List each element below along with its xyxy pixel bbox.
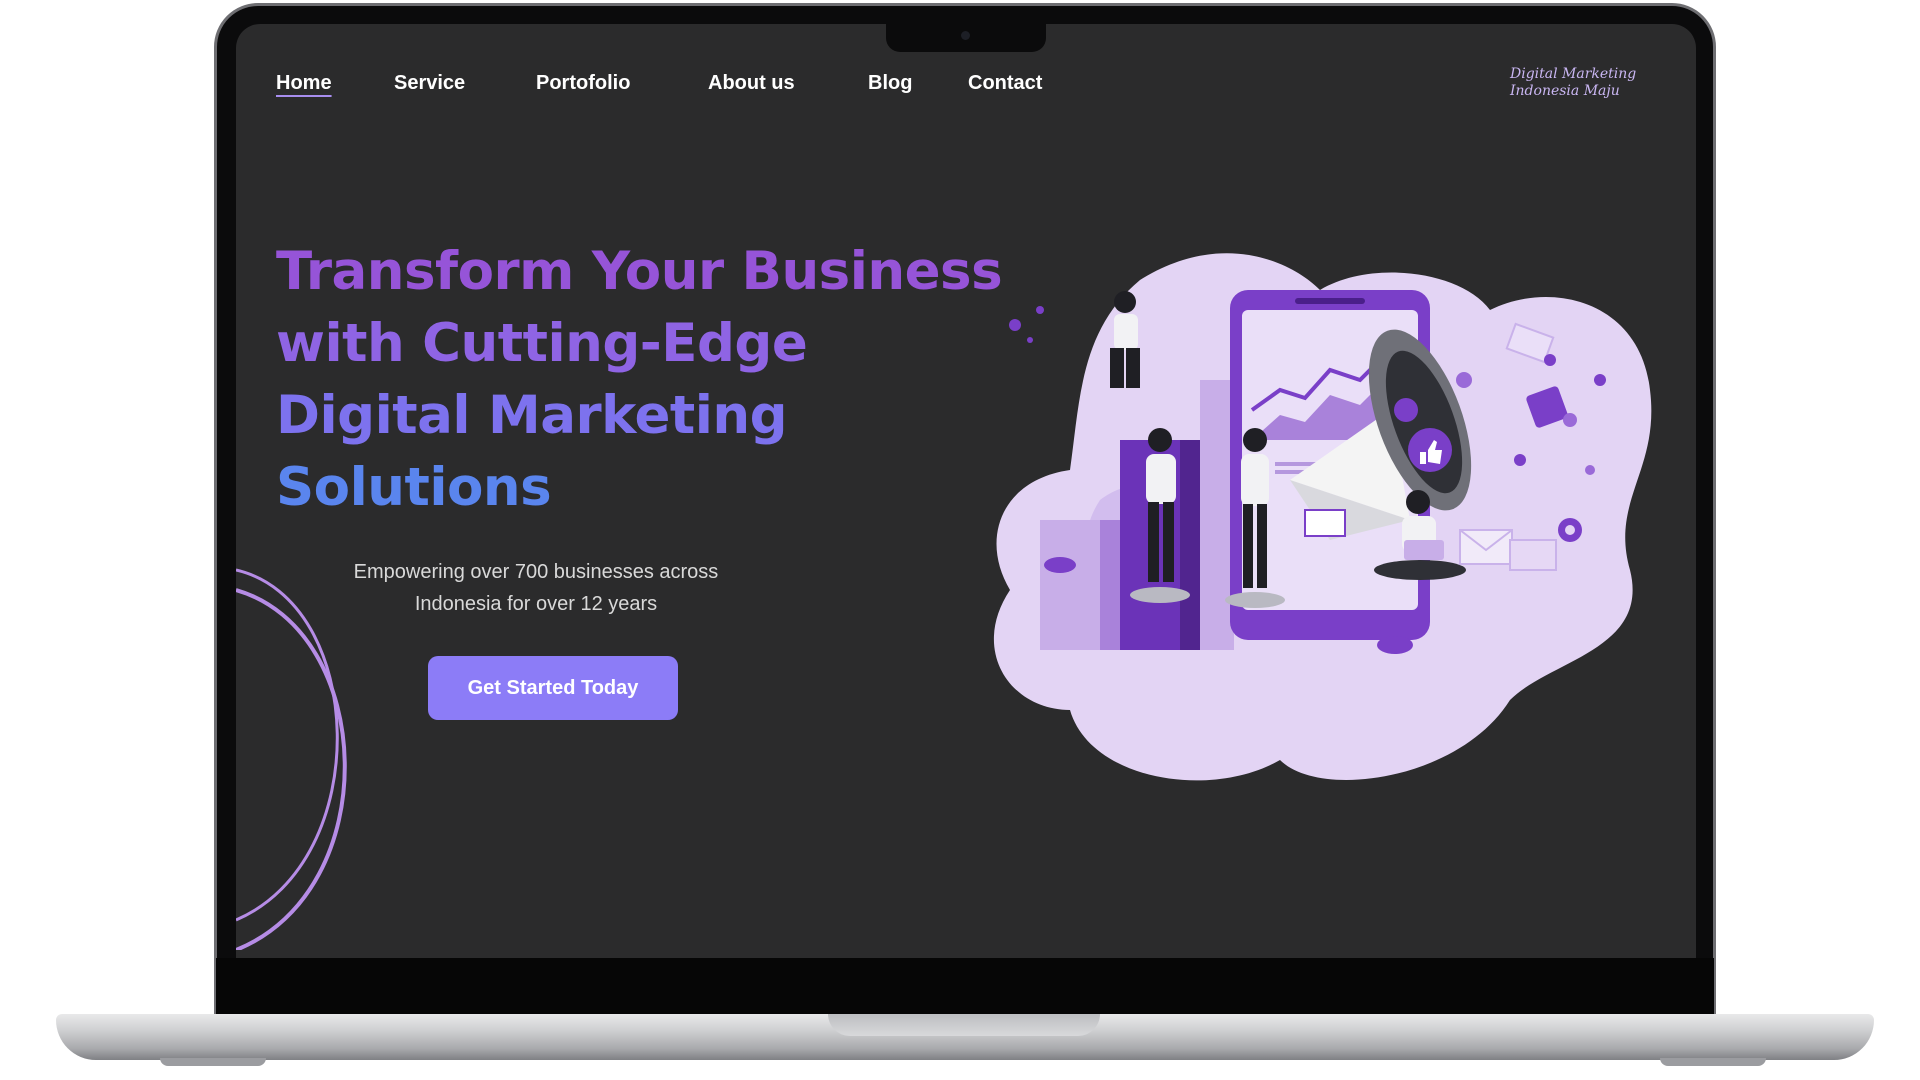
camera-dot: [961, 31, 970, 40]
nav-service[interactable]: Service: [394, 72, 465, 95]
get-started-button[interactable]: Get Started Today: [428, 656, 678, 720]
nav-about-us[interactable]: About us: [708, 72, 795, 95]
hero-subtext-line-2: Indonesia for over 12 years: [414, 593, 658, 615]
hero-subtext-line-1: Empowering over 700 businesses across: [353, 561, 719, 583]
nav-portofolio[interactable]: Portofolio: [536, 72, 630, 95]
brand-line-1: Digital Marketing: [1510, 66, 1637, 82]
hero-title-line-1: Transform Your Business: [276, 241, 1003, 302]
laptop-foot-right: [1660, 1058, 1766, 1066]
hero-subtext: Empowering over 700 businesses across In…: [300, 556, 772, 620]
bottom-bezel: [216, 958, 1714, 1015]
hero-title-line-2: with Cutting-Edge: [276, 313, 808, 374]
hero-title-line-4: Solutions: [276, 457, 552, 518]
nav-contact[interactable]: Contact: [968, 72, 1042, 95]
base-notch: [828, 1014, 1100, 1036]
laptop-foot-left: [160, 1058, 266, 1066]
hero-title: Transform Your Business with Cutting-Edg…: [276, 236, 1036, 524]
nav-blog[interactable]: Blog: [868, 72, 912, 95]
brand-logo[interactable]: Digital Marketing Indonesia Maju: [1510, 66, 1636, 100]
nav-home[interactable]: Home: [276, 72, 332, 95]
brand-line-2: Indonesia Maju: [1510, 83, 1620, 99]
hero-title-line-3: Digital Marketing: [276, 385, 788, 446]
marketing-illustration: [993, 253, 1652, 781]
